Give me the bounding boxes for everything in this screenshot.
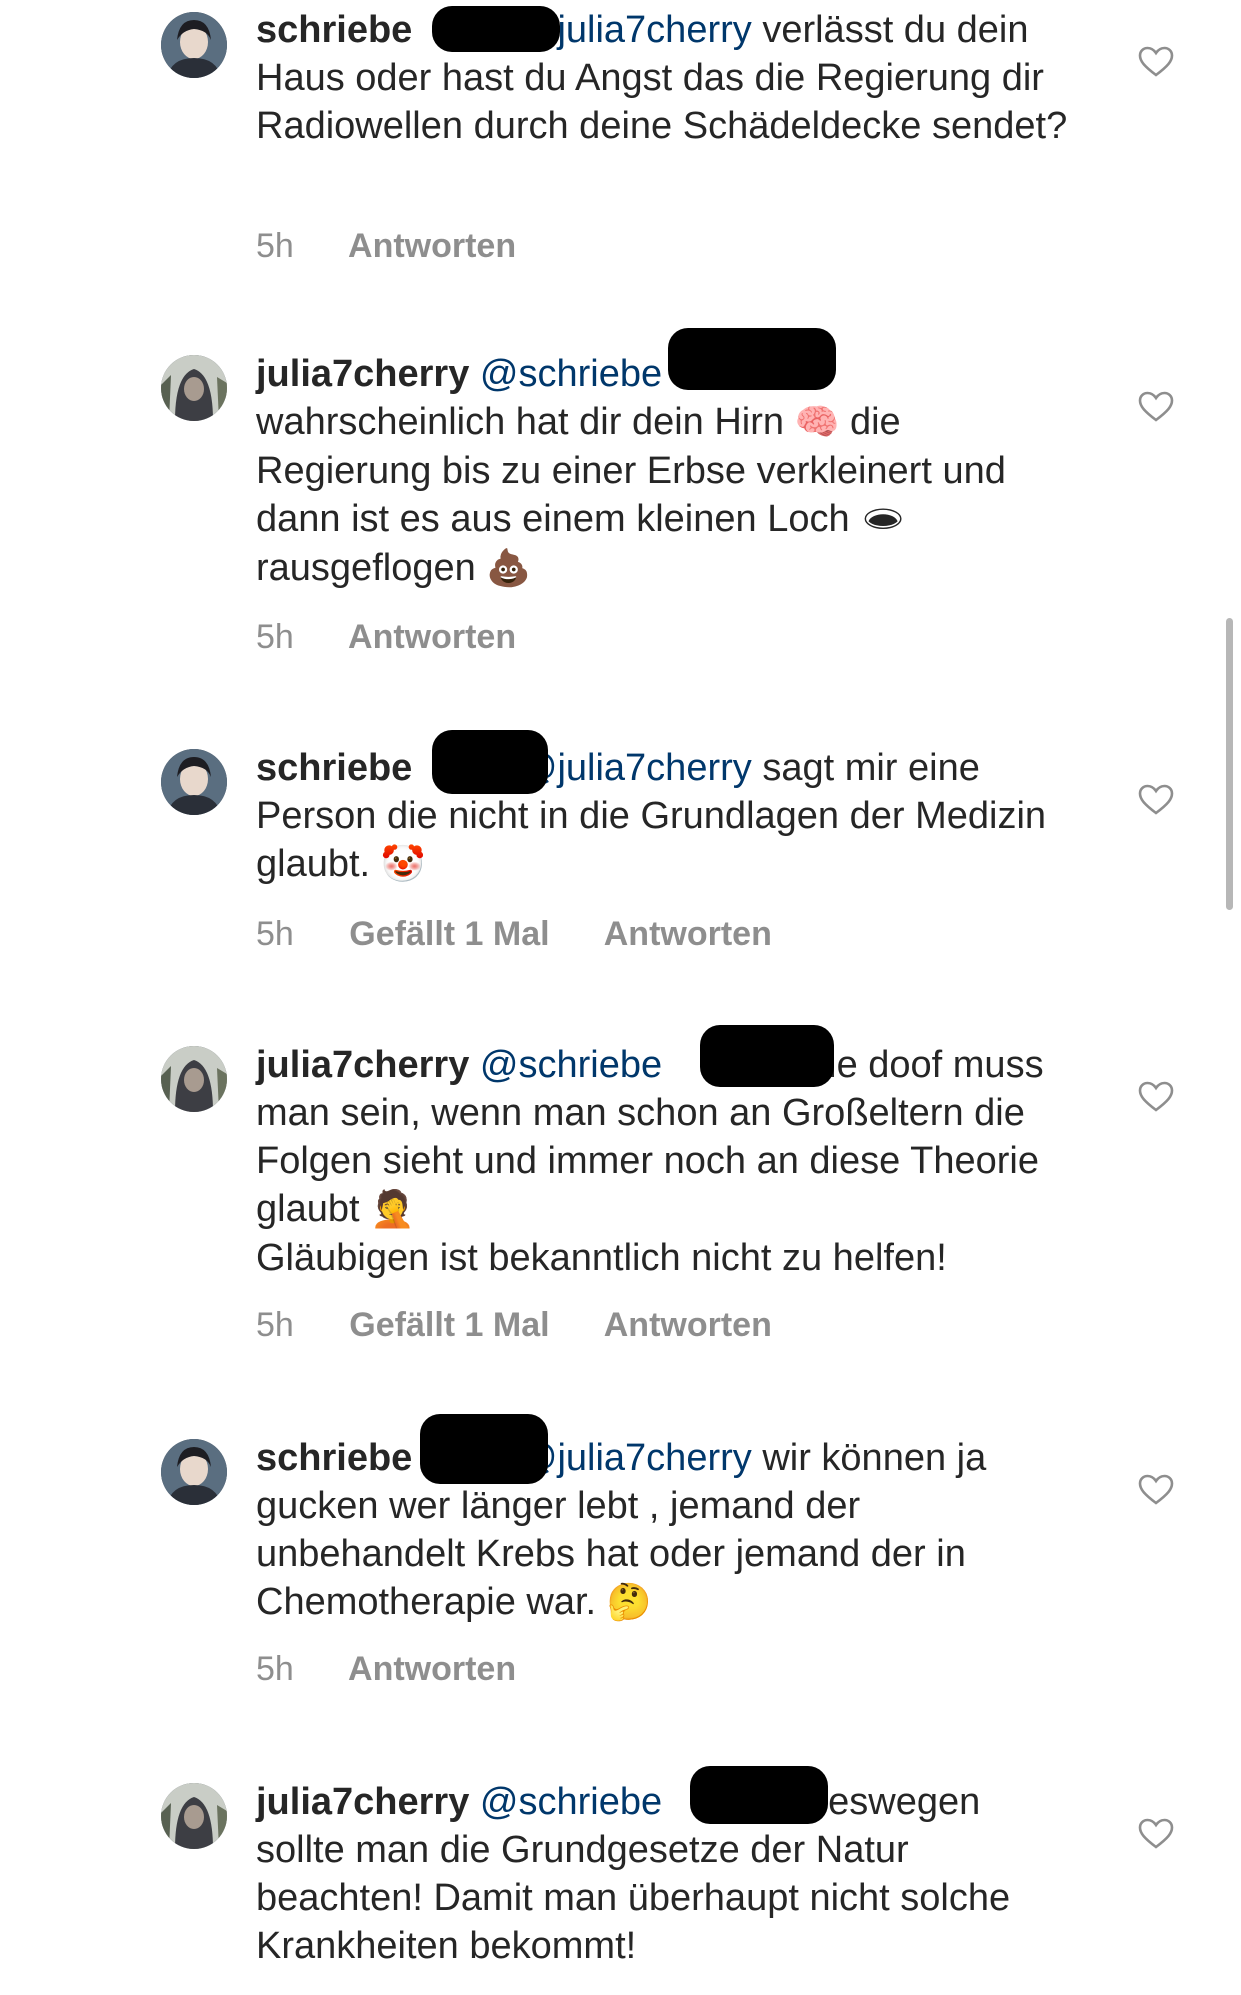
clown-emoji: 🤡 — [380, 844, 426, 885]
redaction-mark — [668, 328, 836, 390]
comment-username[interactable]: schriebe — [256, 747, 412, 789]
mention-link[interactable]: @julia7cherry — [519, 1437, 752, 1479]
heart-icon[interactable] — [1138, 1474, 1174, 1506]
comment-text: schriebe @julia7cherry verlässt du dein … — [256, 6, 1076, 150]
comment-time: 5h — [256, 227, 294, 265]
reply-button[interactable]: Antworten — [348, 227, 516, 265]
avatar[interactable] — [161, 1046, 227, 1112]
redaction-mark — [420, 1414, 548, 1484]
comment-username[interactable]: schriebe — [256, 9, 412, 51]
comment-text: schriebe @julia7cherry wir können ja guc… — [256, 1434, 1076, 1627]
redaction-mark — [432, 730, 548, 794]
hole-emoji: 🕳 — [860, 499, 906, 540]
comment-text: julia7cherry @schriebe wie doof muss man… — [256, 1041, 1076, 1282]
comment-meta: 5h Antworten — [256, 1650, 562, 1689]
avatar[interactable] — [161, 1439, 227, 1505]
brain-emoji: 🧠 — [794, 402, 840, 443]
thinking-emoji: 🤔 — [606, 1582, 652, 1623]
like-count[interactable]: Gefällt 1 Mal — [349, 915, 549, 953]
mention-link[interactable]: @schriebe — [480, 1781, 662, 1823]
avatar[interactable] — [161, 355, 227, 421]
comment-username[interactable]: julia7cherry — [256, 353, 469, 395]
comment-body: Gläubigen ist bekanntlich nicht zu helfe… — [256, 1237, 947, 1279]
comment-time: 5h — [256, 618, 294, 656]
avatar[interactable] — [161, 749, 227, 815]
comment-username[interactable]: julia7cherry — [256, 1044, 469, 1086]
redaction-mark — [690, 1766, 828, 1824]
comment-text: schriebe @julia7cherry sagt mir eine Per… — [256, 744, 1076, 889]
facepalm-emoji: 🤦 — [370, 1189, 415, 1230]
comment-meta: 5h Gefällt 1 Mal Antworten — [256, 915, 818, 954]
poop-emoji: 💩 — [486, 548, 532, 589]
comment-meta: 5h Gefällt 1 Mal Antworten — [256, 1306, 818, 1345]
comment-time: 5h — [256, 1650, 294, 1688]
avatar[interactable] — [161, 12, 227, 78]
comment-text: julia7cherry @schriebe Deswegen sollte m… — [256, 1778, 1076, 1970]
heart-icon[interactable] — [1138, 1818, 1174, 1850]
comment-time: 5h — [256, 915, 294, 953]
heart-icon[interactable] — [1138, 784, 1174, 816]
mention-link[interactable]: @schriebe — [480, 1044, 662, 1086]
reply-button[interactable]: Antworten — [348, 618, 516, 656]
redaction-mark — [432, 6, 560, 52]
mention-link[interactable]: @schriebe — [480, 353, 662, 395]
reply-button[interactable]: Antworten — [604, 1306, 772, 1344]
reply-button[interactable]: Antworten — [348, 1650, 516, 1688]
heart-icon[interactable] — [1138, 391, 1174, 423]
comment-text: julia7cherry @schriebe wahrscheinlich ha… — [256, 350, 1076, 593]
heart-icon[interactable] — [1138, 46, 1174, 78]
reply-button[interactable]: Antworten — [604, 915, 772, 953]
like-count[interactable]: Gefällt 1 Mal — [349, 1306, 549, 1344]
mention-link[interactable]: @julia7cherry — [519, 747, 752, 789]
comment-username[interactable]: julia7cherry — [256, 1781, 469, 1823]
comment-username[interactable]: schriebe — [256, 1437, 412, 1479]
comment-meta: 5h Antworten — [256, 227, 562, 266]
comment-meta: 5h Antworten — [256, 618, 562, 657]
scrollbar[interactable] — [1226, 618, 1233, 910]
comment-body: rausgeflogen — [256, 547, 476, 589]
redaction-mark — [700, 1025, 834, 1087]
comment-time: 5h — [256, 1306, 294, 1344]
heart-icon[interactable] — [1138, 1081, 1174, 1113]
comment-body: wahrscheinlich hat dir dein Hirn — [256, 401, 785, 443]
avatar[interactable] — [161, 1783, 227, 1849]
